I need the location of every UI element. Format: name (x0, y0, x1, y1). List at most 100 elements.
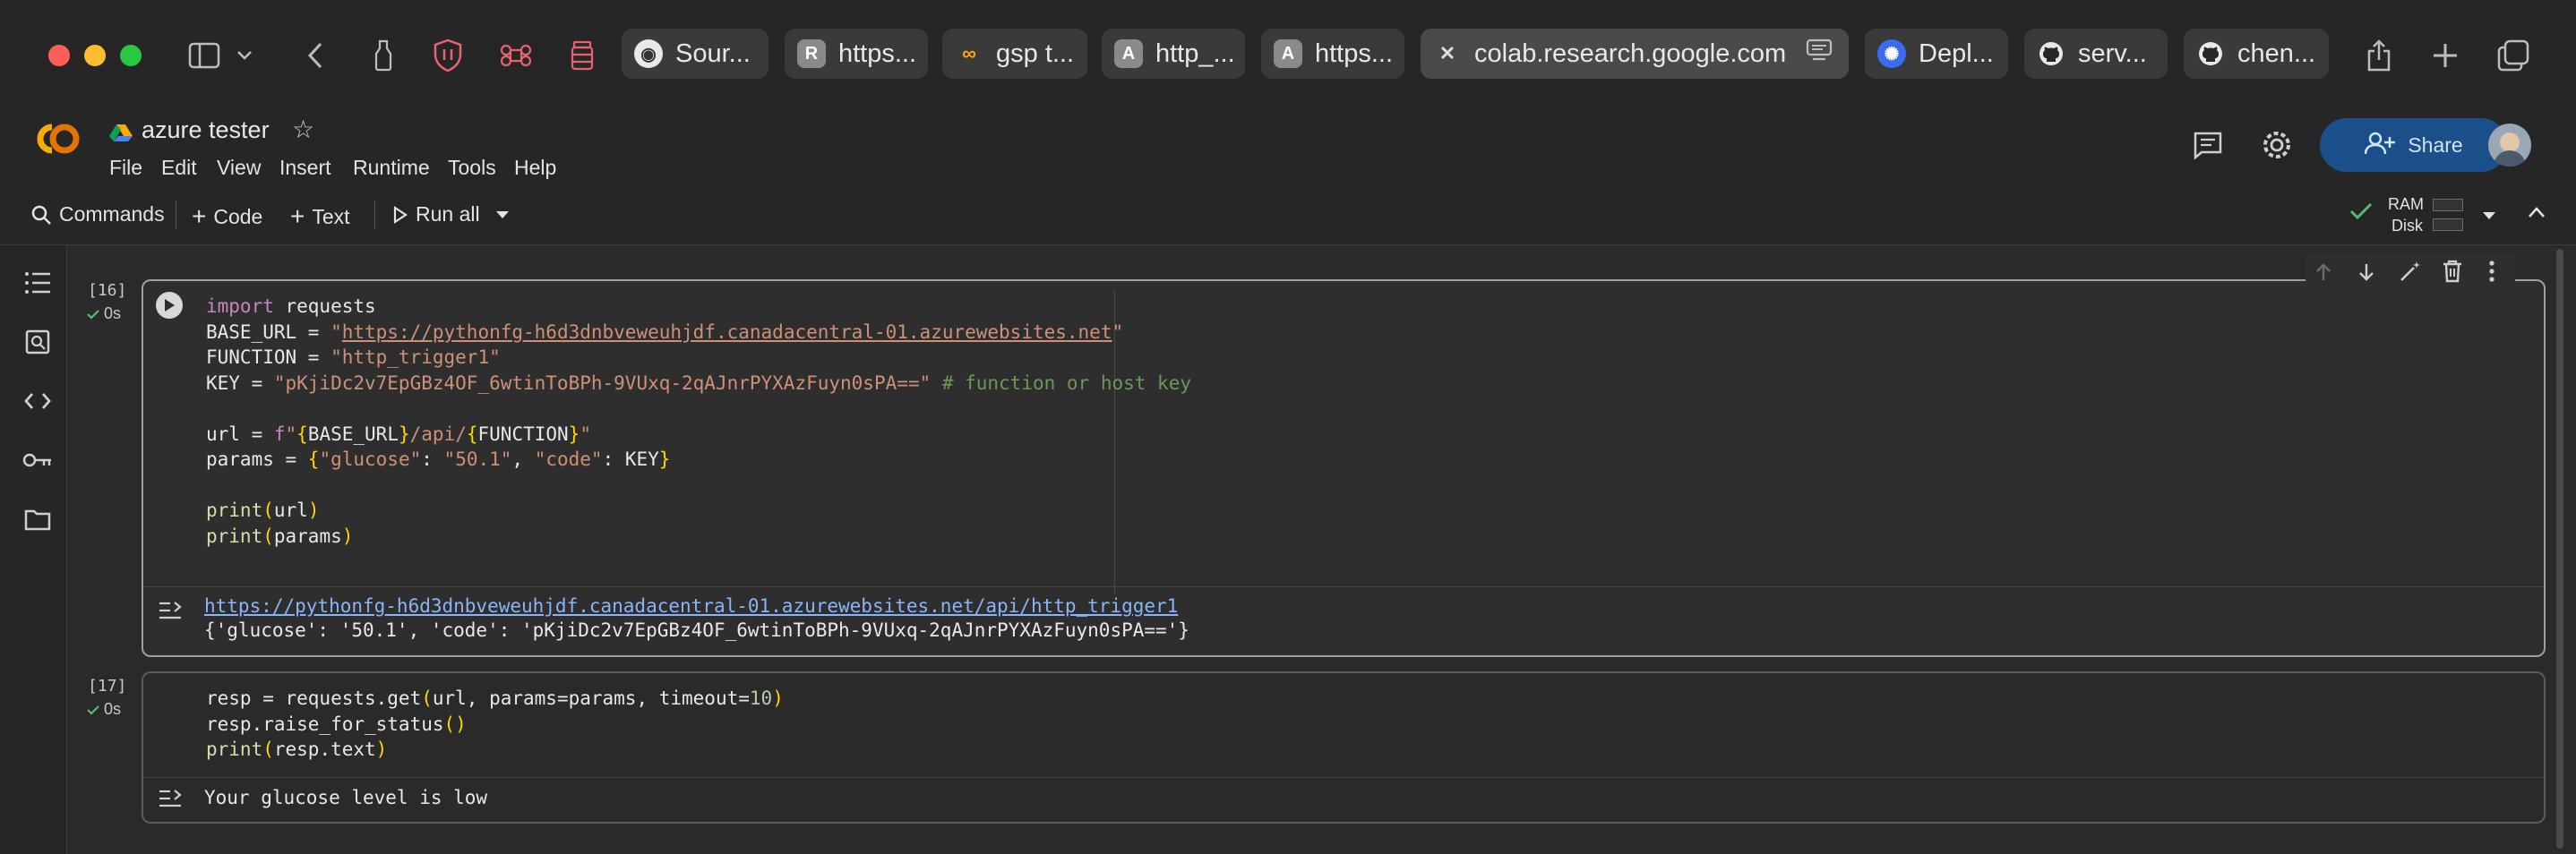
delete-cell-icon[interactable] (2442, 260, 2463, 287)
code-cell[interactable]: resp = requests.get(url, params=params, … (142, 671, 2546, 824)
zoom-window-button[interactable] (120, 45, 142, 66)
output-toggle-icon[interactable] (158, 600, 183, 626)
code-snippets-icon[interactable] (21, 385, 54, 417)
extension-bottle-icon[interactable] (362, 34, 405, 77)
code-cell[interactable]: import requests BASE_URL = "https://pyth… (142, 279, 2546, 657)
command-extension-icon[interactable] (494, 34, 537, 77)
plus-icon: + (290, 202, 305, 230)
output-toggle-icon[interactable] (158, 788, 183, 814)
run-all-button[interactable]: Run all (392, 202, 480, 226)
menu-edit[interactable]: Edit (161, 156, 197, 180)
output-link[interactable]: https://pythonfg-h6d3dnbveweuhjdf.canada… (204, 595, 1178, 617)
run-cell-button[interactable] (156, 292, 183, 319)
browser-tab[interactable]: chen... (2184, 29, 2329, 79)
jar-extension-icon[interactable] (561, 34, 604, 77)
code-line: BASE_URL = "https://pythonfg-h6d3dnbvewe… (206, 320, 1124, 343)
plus-icon: + (192, 202, 207, 230)
execution-status: 0s (86, 304, 121, 323)
files-folder-icon[interactable] (21, 503, 54, 535)
edit-wand-icon[interactable] (2399, 260, 2422, 287)
code-line: import requests (206, 295, 376, 317)
scrollbar-thumb[interactable] (2556, 249, 2563, 849)
browser-tab[interactable]: ◉ Sour... (622, 29, 769, 79)
disk-usage-bar[interactable] (2433, 218, 2463, 231)
github-icon (2196, 39, 2225, 68)
browser-tab[interactable]: A http_... (1102, 29, 1245, 79)
browser-toolbar: ◉ Sour... R https... ∞ gsp t... A http_.… (0, 0, 2576, 111)
add-text-button[interactable]: + Text (290, 202, 350, 231)
add-code-button[interactable]: + Code (192, 202, 262, 231)
scrollbar[interactable] (2555, 245, 2565, 854)
code-editor[interactable]: import requests BASE_URL = "https://pyth… (206, 294, 1191, 549)
browser-tab[interactable]: ✺ Depl... (1865, 29, 2008, 79)
notebook-title[interactable]: azure tester (142, 116, 270, 144)
code-editor[interactable]: resp = requests.get(url, params=params, … (206, 686, 784, 763)
commands-button[interactable]: Commands (30, 202, 165, 226)
output-divider (143, 777, 2544, 778)
move-up-icon[interactable] (2313, 261, 2334, 287)
code-line: print(resp.text) (206, 739, 388, 760)
more-options-icon[interactable] (2488, 260, 2495, 287)
minimize-window-button[interactable] (84, 45, 106, 66)
a-icon: A (1114, 39, 1143, 68)
star-icon[interactable]: ☆ (292, 115, 314, 144)
share-label: Share (2408, 132, 2463, 157)
tab-label: https... (1315, 38, 1394, 68)
browser-tab[interactable]: ∞ gsp t... (942, 29, 1087, 79)
menu-file[interactable]: File (109, 156, 142, 180)
share-button[interactable]: Share (2320, 118, 2508, 172)
check-icon (87, 705, 99, 715)
run-all-dropdown-icon[interactable] (496, 211, 509, 218)
collapse-header-icon[interactable] (2528, 206, 2546, 223)
execution-status: 0s (86, 700, 121, 719)
menu-help[interactable]: Help (514, 156, 556, 180)
source-icon: ◉ (634, 39, 663, 68)
menu-view[interactable]: View (217, 156, 261, 180)
new-tab-icon[interactable] (2424, 34, 2467, 77)
code-line: params = {"glucose": "50.1", "code": KEY… (206, 448, 671, 470)
run-all-label: Run all (416, 202, 480, 226)
browser-tab[interactable]: A https... (1261, 29, 1404, 79)
menu-tools[interactable]: Tools (448, 156, 496, 180)
avatar[interactable] (2488, 124, 2531, 167)
reader-mode-icon[interactable] (1806, 38, 1833, 69)
a-icon: A (1274, 39, 1302, 68)
r-icon: R (797, 39, 826, 68)
code-line: FUNCTION = "http_trigger1" (206, 346, 501, 368)
share-page-icon[interactable] (2357, 34, 2400, 77)
execution-time: 0s (104, 700, 122, 718)
tab-overview-icon[interactable] (2492, 34, 2535, 77)
output-divider (143, 586, 2544, 587)
menu-insert[interactable]: Insert (279, 156, 331, 180)
sidebar-toggle-icon[interactable] (183, 34, 226, 77)
menu-runtime[interactable]: Runtime (353, 156, 430, 180)
gear-flower-icon: ✺ (1877, 39, 1906, 68)
check-icon (87, 309, 99, 320)
table-of-contents-icon[interactable] (21, 267, 54, 299)
browser-tab-active[interactable]: ✕ colab.research.google.com (1421, 29, 1849, 79)
tab-label: serv... (2078, 38, 2147, 68)
shield-extension-icon[interactable] (426, 34, 469, 77)
execution-count: [16] (88, 281, 127, 300)
output-line: {'glucose': '50.1', 'code': 'pKjiDc2v7Ep… (204, 619, 1189, 641)
colab-icon: ∞ (962, 42, 976, 64)
colab-logo[interactable] (30, 120, 86, 162)
tab-label: Depl... (1919, 38, 1994, 68)
comments-icon[interactable] (2193, 131, 2223, 164)
settings-gear-icon[interactable] (2261, 129, 2293, 166)
back-icon[interactable] (294, 34, 337, 77)
move-down-icon[interactable] (2356, 261, 2377, 287)
tab-label: gsp t... (996, 38, 1075, 68)
resources-dropdown-icon[interactable] (2483, 212, 2495, 219)
browser-tab[interactable]: R https... (785, 29, 928, 79)
code-line: resp = requests.get(url, params=params, … (206, 687, 784, 709)
disk-label: Disk (2391, 217, 2423, 235)
browser-tab[interactable]: serv... (2024, 29, 2168, 79)
execution-count: [17] (88, 677, 127, 696)
close-icon[interactable]: ✕ (1433, 39, 1462, 68)
find-replace-icon[interactable] (21, 326, 54, 358)
chevron-down-icon[interactable] (231, 34, 258, 77)
ram-usage-bar[interactable] (2433, 199, 2463, 211)
close-window-button[interactable] (48, 45, 70, 66)
secrets-key-icon[interactable] (21, 444, 54, 476)
